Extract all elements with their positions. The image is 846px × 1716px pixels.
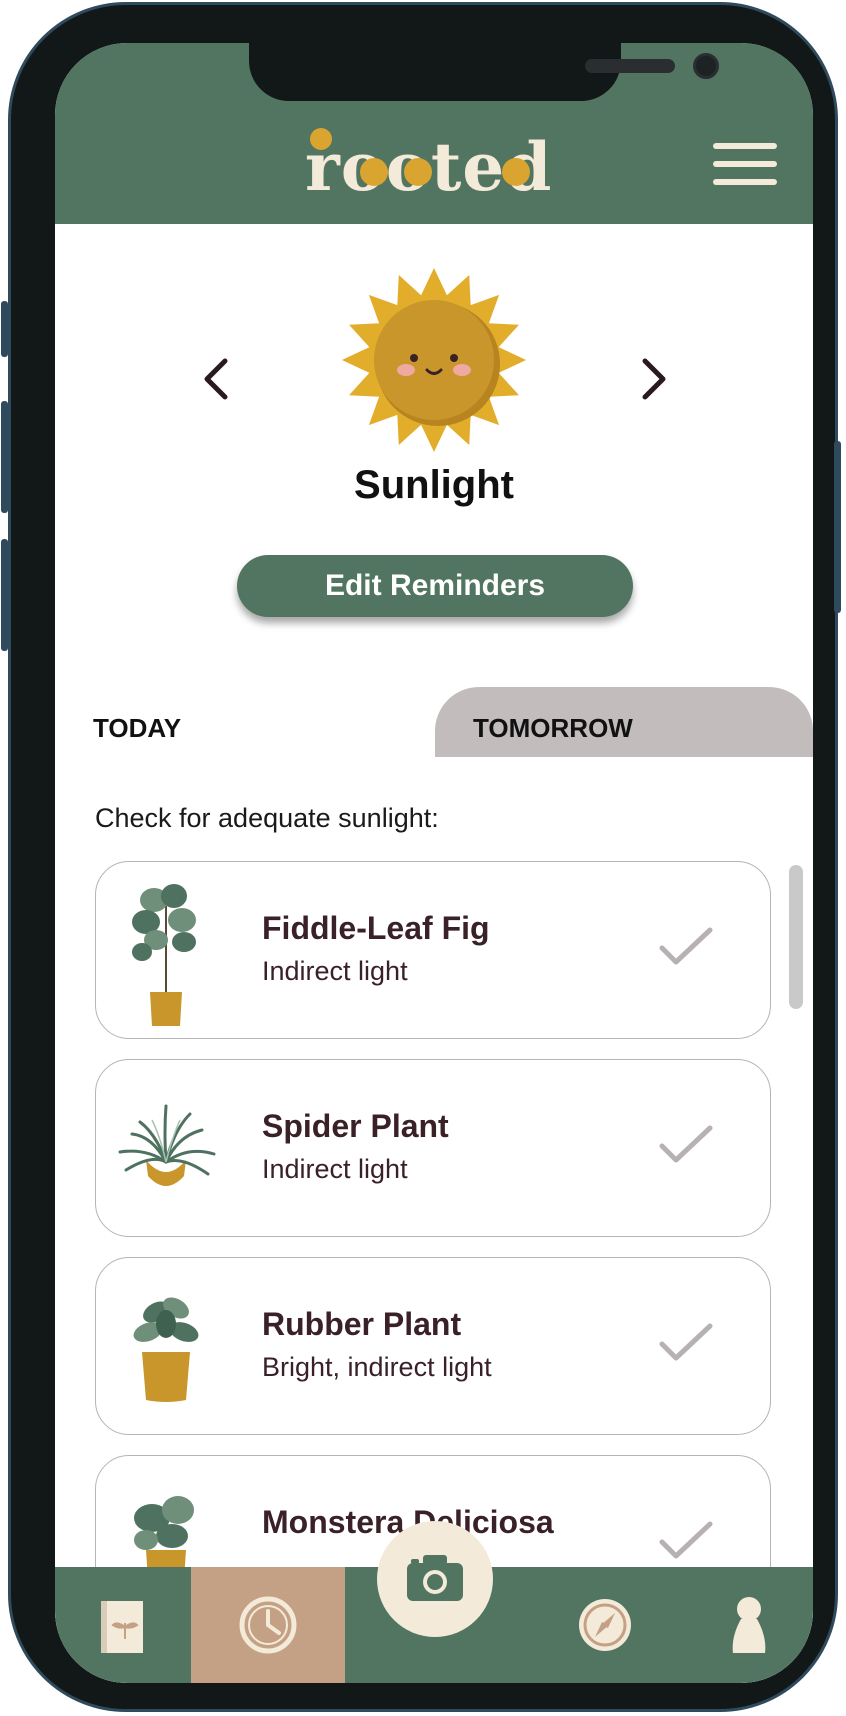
plant-name: Fiddle-Leaf Fig: [262, 910, 490, 946]
hamburger-menu-icon[interactable]: [713, 143, 777, 191]
tab-tomorrow[interactable]: TOMORROW: [435, 687, 813, 757]
page-title: Sunlight: [354, 463, 514, 507]
plant-light-requirement: Bright, indirect light: [262, 1352, 492, 1382]
flower-icon: [407, 161, 429, 183]
speaker-grille: [585, 59, 675, 73]
profile-icon: [732, 1597, 766, 1653]
journal-icon: [101, 1601, 143, 1653]
device-notch: [249, 43, 719, 101]
clock-icon: [239, 1596, 297, 1654]
tab-today[interactable]: TODAY: [55, 687, 435, 767]
power-button: [834, 441, 841, 613]
sun-icon: [339, 265, 529, 455]
spider-plant-icon: [116, 1074, 216, 1224]
flower-icon: [505, 161, 527, 183]
camera-button[interactable]: [377, 1521, 493, 1637]
front-camera: [693, 53, 719, 79]
sunlight-prompt: Check for adequate sunlight:: [95, 803, 439, 833]
list-item[interactable]: Fiddle-Leaf Fig Indirect light: [95, 861, 771, 1039]
plant-light-requirement: Indirect light: [262, 1154, 408, 1184]
plant-light-requirement: Indirect light: [262, 956, 408, 986]
compass-icon: [579, 1599, 631, 1651]
edit-reminders-button[interactable]: Edit Reminders: [237, 555, 633, 617]
plant-name: Spider Plant: [262, 1108, 449, 1144]
nav-explore[interactable]: [545, 1567, 665, 1683]
chevron-left-icon[interactable]: [195, 349, 239, 409]
tab-today-label: TODAY: [93, 713, 182, 743]
rubber-plant-icon: [116, 1272, 216, 1422]
camera-icon: [407, 1555, 463, 1601]
fiddle-leaf-fig-icon: [116, 876, 216, 1026]
app-screen: rooted Sunlight Edit Reminders TOMORROW …: [55, 43, 813, 1683]
tab-tomorrow-label: TOMORROW: [473, 713, 633, 743]
volume-up-button: [1, 401, 8, 513]
list-item[interactable]: Spider Plant Indirect light: [95, 1059, 771, 1237]
volume-down-button: [1, 539, 8, 651]
checkmark-icon[interactable]: [656, 1318, 716, 1368]
list-item[interactable]: Rubber Plant Bright, indirect light: [95, 1257, 771, 1435]
silent-switch: [1, 301, 8, 357]
nav-reminders[interactable]: [191, 1567, 345, 1683]
phone-frame: rooted Sunlight Edit Reminders TOMORROW …: [1, 2, 841, 1712]
flower-icon: [363, 161, 385, 183]
checkmark-icon[interactable]: [656, 1120, 716, 1170]
nav-journal[interactable]: [55, 1567, 191, 1683]
plant-name: Rubber Plant: [262, 1306, 462, 1342]
chevron-right-icon[interactable]: [631, 349, 675, 409]
rooted-logo: rooted: [305, 127, 565, 207]
checkmark-icon[interactable]: [656, 922, 716, 972]
scrollbar-thumb[interactable]: [789, 865, 803, 1009]
checkmark-icon[interactable]: [656, 1516, 716, 1566]
flower-icon: [313, 131, 329, 147]
nav-profile[interactable]: [685, 1567, 813, 1683]
